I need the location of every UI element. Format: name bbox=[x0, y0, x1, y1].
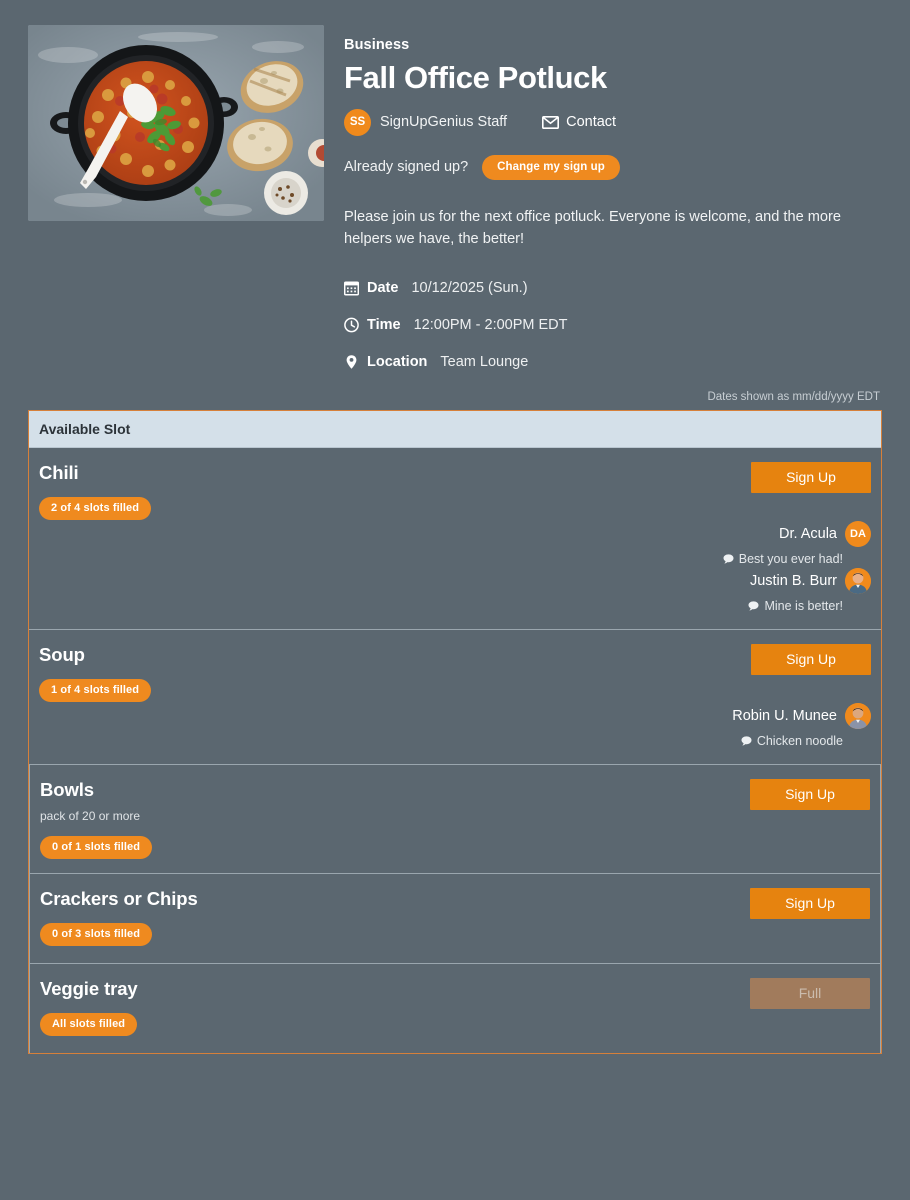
signup-comment-row: Best you ever had! bbox=[571, 552, 871, 566]
event-date-label: Date bbox=[367, 280, 399, 297]
slot-actions: Sign Up bbox=[570, 888, 870, 949]
slot-group: Bowls pack of 20 or more 0 of 1 slots fill… bbox=[29, 764, 881, 1054]
slot-title: Crackers or Chips bbox=[40, 888, 198, 910]
signup-name: Dr. Acula bbox=[778, 526, 837, 543]
comment-bubble-icon bbox=[748, 601, 759, 611]
slot-info: Bowls pack of 20 or more 0 of 1 slots fill… bbox=[40, 779, 570, 860]
contact-link[interactable]: Contact bbox=[542, 114, 616, 130]
slot-info: Crackers or Chips 0 of 3 slots filled bbox=[40, 888, 570, 949]
sign-up-button[interactable]: Sign Up bbox=[751, 644, 871, 676]
event-location-label: Location bbox=[367, 354, 428, 371]
list-item: Robin U. Munee Chicken noodle bbox=[571, 703, 871, 748]
creator-row: SS SignUpGenius Staff Contact bbox=[344, 108, 882, 136]
table-row: Crackers or Chips 0 of 3 slots filled Sign… bbox=[30, 873, 880, 963]
slot-subtitle: pack of 20 or more bbox=[40, 809, 141, 824]
sign-up-button[interactable]: Sign Up bbox=[750, 779, 870, 811]
slot-title: Chili bbox=[39, 462, 79, 484]
event-location-value: Team Lounge bbox=[440, 354, 529, 371]
already-signed-up-row: Already signed up? Change my sign up bbox=[344, 154, 882, 180]
avatar bbox=[845, 703, 871, 730]
slot-info: Soup 1 of 4 slots filled bbox=[39, 644, 571, 750]
signup-list: Dr. Acula DA Best you ever had! Justin B. B… bbox=[571, 521, 871, 615]
creator-name: SignUpGenius Staff bbox=[380, 114, 508, 131]
signup-page: Business Fall Office Potluck SS SignUpGe… bbox=[0, 0, 910, 1200]
signup-name: Robin U. Munee bbox=[732, 708, 837, 725]
comment-bubble-icon bbox=[723, 554, 734, 564]
slot-info: Chili 2 of 4 slots filled bbox=[39, 462, 571, 615]
table-row: Soup 1 of 4 slots filled Sign Up Robin U. M… bbox=[29, 629, 881, 764]
event-header: Business Fall Office Potluck SS SignUpGe… bbox=[0, 0, 910, 391]
list-item: Justin B. Burr Mine is better! bbox=[571, 568, 871, 613]
event-time-label: Time bbox=[367, 317, 401, 334]
signup-name: Justin B. Burr bbox=[749, 573, 837, 590]
slots-filled-badge: 0 of 1 slots filled bbox=[40, 836, 153, 860]
slots-filled-badge: 0 of 3 slots filled bbox=[40, 923, 153, 947]
table-row: Chili 2 of 4 slots filled Sign Up Dr. Acula… bbox=[29, 448, 881, 629]
event-date-row: Date 10/12/2025 (Sun.) bbox=[344, 280, 882, 296]
event-date-value: 10/12/2025 (Sun.) bbox=[411, 280, 528, 297]
table-column-header: Available Slot bbox=[29, 411, 881, 449]
already-signed-up-label: Already signed up? bbox=[344, 159, 469, 176]
signup-name-row: Justin B. Burr bbox=[571, 568, 871, 595]
slot-info: Veggie tray All slots filled bbox=[40, 978, 570, 1039]
full-button: Full bbox=[750, 978, 870, 1010]
slots-filled-badge: All slots filled bbox=[40, 1013, 138, 1037]
slot-actions: Full bbox=[570, 978, 870, 1039]
signup-slot-table: Available Slot Chili 2 of 4 slots filled S… bbox=[28, 410, 882, 1055]
event-hero-image bbox=[28, 25, 324, 221]
creator-avatar: SS bbox=[344, 108, 371, 136]
slots-filled-badge: 1 of 4 slots filled bbox=[39, 679, 152, 703]
signup-comment: Mine is better! bbox=[764, 599, 843, 614]
table-row: Veggie tray All slots filled Full bbox=[30, 963, 880, 1053]
signup-comment-row: Mine is better! bbox=[571, 599, 871, 613]
signup-name-row: Dr. Acula DA bbox=[571, 521, 871, 548]
calendar-icon bbox=[344, 280, 359, 296]
contact-label: Contact bbox=[566, 114, 617, 131]
slot-actions: Sign Up Dr. Acula DA Best you ever had! Just… bbox=[571, 462, 871, 615]
avatar bbox=[845, 568, 871, 595]
avatar: DA bbox=[845, 521, 871, 548]
event-time-row: Time 12:00PM - 2:00PM EDT bbox=[344, 317, 882, 333]
signup-comment: Best you ever had! bbox=[738, 552, 843, 567]
slot-actions: Sign Up bbox=[570, 779, 870, 859]
slot-actions: Sign Up Robin U. Munee Chicken noodle bbox=[571, 644, 871, 750]
event-category: Business bbox=[344, 37, 410, 53]
slots-filled-badge: 2 of 4 slots filled bbox=[39, 497, 152, 521]
slot-title: Veggie tray bbox=[40, 978, 138, 1000]
comment-bubble-icon bbox=[741, 736, 752, 746]
signup-name-row: Robin U. Munee bbox=[571, 703, 871, 730]
event-location-row: Location Team Lounge bbox=[344, 354, 882, 370]
location-pin-icon bbox=[344, 354, 359, 370]
envelope-icon bbox=[542, 115, 560, 129]
signup-comment: Chicken noodle bbox=[756, 734, 843, 749]
event-header-text: Business Fall Office Potluck SS SignUpGe… bbox=[324, 25, 882, 391]
sign-up-button[interactable]: Sign Up bbox=[750, 888, 870, 920]
date-format-note: Dates shown as mm/dd/yyyy EDT bbox=[707, 391, 880, 404]
event-description: Please join us for the next office potlu… bbox=[344, 208, 841, 247]
slot-title: Bowls bbox=[40, 779, 94, 801]
sign-up-button[interactable]: Sign Up bbox=[751, 462, 871, 494]
table-row: Bowls pack of 20 or more 0 of 1 slots fill… bbox=[30, 765, 880, 873]
page-title: Fall Office Potluck bbox=[344, 60, 607, 95]
signup-list: Robin U. Munee Chicken noodle bbox=[571, 703, 871, 750]
slot-group: Chili 2 of 4 slots filled Sign Up Dr. Acula… bbox=[29, 448, 881, 764]
list-item: Dr. Acula DA Best you ever had! bbox=[571, 521, 871, 566]
clock-icon bbox=[344, 317, 359, 333]
event-time-value: 12:00PM - 2:00PM EDT bbox=[413, 317, 568, 334]
change-my-signup-button[interactable]: Change my sign up bbox=[482, 154, 620, 180]
signup-comment-row: Chicken noodle bbox=[571, 734, 871, 748]
slot-title: Soup bbox=[39, 644, 85, 666]
